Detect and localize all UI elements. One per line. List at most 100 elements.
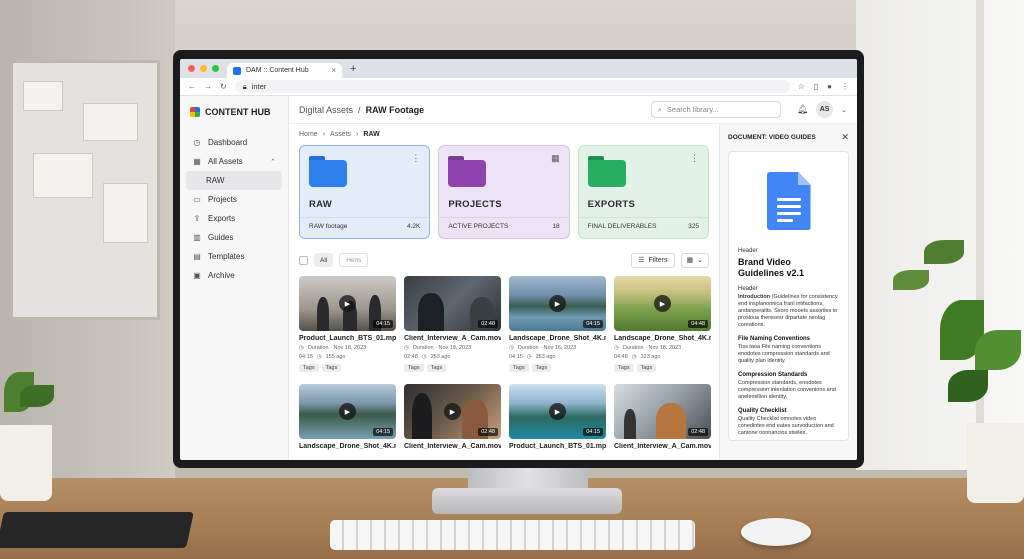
asset-name[interactable]: Client_Interview_A_Cam.mov	[404, 443, 501, 450]
grid-view-icon[interactable]: ▦	[551, 153, 560, 164]
play-icon[interactable]: ▶	[339, 295, 356, 312]
play-icon[interactable]: ▶	[444, 403, 461, 420]
sidebar-item-archive[interactable]: ▣ Archive	[186, 266, 282, 285]
window	[856, 0, 1024, 470]
url-field[interactable]: 🔒︎ inter	[234, 80, 790, 93]
clock-icon: ◷	[614, 345, 619, 351]
asset-card[interactable]: 02:48 Client_Interview_A_Cam.mov	[614, 384, 711, 450]
archive-icon: ▣	[193, 271, 201, 280]
monitor: DAM :: Content Hub × + ← → ↻ 🔒︎ inter ☆ …	[173, 50, 864, 468]
asset-name[interactable]: Product_Launch_BTS_01.mp4	[509, 443, 606, 450]
tag[interactable]: Tags	[636, 364, 657, 372]
asset-name[interactable]: Landscape_Drone_Shot_4K.mp4	[614, 335, 711, 342]
view-toggle-button[interactable]: ▦ ⌄	[680, 252, 709, 268]
asset-name[interactable]: Landscape_Drone_Shot_4K.mp4	[299, 443, 396, 450]
filter-chip-all[interactable]: All	[314, 253, 334, 267]
app: CONTENT HUB ◷ Dashboard ▦ All Assets ⌃ R…	[180, 96, 857, 460]
plant-pot-left	[0, 425, 52, 501]
avatar[interactable]: AS	[816, 101, 834, 118]
tag[interactable]: Tags	[509, 364, 529, 372]
video-thumbnail[interactable]: 02:48	[404, 276, 501, 331]
asset-name[interactable]: Product_Launch_BTS_01.mp4	[299, 335, 396, 342]
book-icon: ▥	[193, 233, 201, 242]
tag[interactable]: Tags	[404, 364, 424, 372]
bell-icon[interactable]: 🔔︎	[797, 104, 808, 115]
new-tab-button[interactable]: +	[342, 63, 364, 78]
google-doc-icon	[766, 172, 811, 230]
folder-card-exports[interactable]: ⋮ EXPORTS FINAL DELIVERABLES 325	[577, 145, 709, 239]
video-thumbnail[interactable]: ▶ 02:48	[404, 384, 501, 439]
reload-icon[interactable]: ↻	[220, 82, 227, 91]
asset-card[interactable]: ▶ 02:48 Client_Interview_A_Cam.mov	[404, 384, 501, 450]
clock-icon: ◷	[509, 345, 514, 351]
folder-card-raw[interactable]: ⋮ RAW RAW footage 4.2K	[299, 145, 431, 239]
more-menu-icon[interactable]: ⋮	[411, 153, 420, 164]
grid-view-icon: ▦	[686, 257, 694, 264]
video-thumbnail[interactable]: ▶ 04:48	[614, 276, 711, 331]
breadcrumb-home[interactable]: Home	[299, 131, 318, 138]
folder-icon	[448, 156, 487, 187]
sidebar-item-dashboard[interactable]: ◷ Dashboard	[186, 133, 282, 152]
tab-close-icon[interactable]: ×	[331, 66, 336, 75]
back-icon[interactable]: ←	[188, 82, 196, 91]
video-thumbnail[interactable]: ▶ 04:15	[299, 384, 396, 439]
more-menu-icon[interactable]: ⋮	[690, 153, 699, 164]
asset-name[interactable]: Client_Interview_A_Cam.mov	[614, 443, 711, 450]
asset-card[interactable]: ▶ 04:15 Product_Launch_BTS_01.mp4	[509, 384, 606, 450]
search-input[interactable]: ⌕ Search library...	[650, 101, 781, 118]
chevron-up-icon[interactable]: ⌃	[270, 158, 276, 166]
breadcrumb: Home › Assets › RAW	[299, 131, 380, 138]
forward-icon[interactable]: →	[204, 82, 212, 91]
breadcrumb-assets[interactable]: Assets	[330, 131, 351, 138]
play-icon[interactable]: ▶	[549, 403, 566, 420]
favicon-icon	[233, 66, 241, 75]
bookmark-star-icon[interactable]: ☆	[798, 82, 805, 91]
play-icon[interactable]: ▶	[654, 295, 671, 312]
asset-card[interactable]: ▶ 04:15 Landscape_Drone_Shot_4K.mp4	[299, 384, 396, 450]
maximize-window-icon[interactable]	[212, 65, 219, 72]
profile-icon[interactable]: ●	[827, 82, 832, 91]
play-icon[interactable]: ▶	[339, 403, 356, 420]
tag[interactable]: Tags	[426, 364, 447, 372]
select-all-checkbox[interactable]	[299, 255, 308, 265]
sidebar-item-raw[interactable]: RAW	[186, 171, 282, 190]
filter-chip-items[interactable]: Hens	[339, 253, 369, 267]
asset-name[interactable]: Client_Interview_A_Cam.mov	[404, 335, 501, 342]
tag[interactable]: Tags	[299, 364, 319, 372]
filters-button[interactable]: ☰ Filters	[631, 252, 675, 268]
browser-tab[interactable]: DAM :: Content Hub ×	[227, 63, 342, 78]
asset-card[interactable]: 02:48 Client_Interview_A_Cam.mov ◷ Durati…	[404, 276, 501, 372]
sidepanel-icon[interactable]: ▯	[814, 82, 818, 91]
video-thumbnail[interactable]: ▶ 04:15	[509, 276, 606, 331]
sidebar-item-templates[interactable]: ▤ Templates	[186, 247, 282, 266]
url-text: inter	[251, 82, 267, 91]
folder-cards: ⋮ RAW RAW footage 4.2K ▦ PROJECTS ACTIVE…	[299, 145, 709, 239]
sidebar-item-exports[interactable]: ⇪ Exports	[186, 209, 282, 228]
sidebar-item-all-assets[interactable]: ▦ All Assets ⌃	[186, 152, 282, 171]
folder-card-projects[interactable]: ▦ PROJECTS ACTIVE PROJECTS 18	[438, 145, 570, 239]
video-thumbnail[interactable]: 02:48	[614, 384, 711, 439]
video-thumbnail[interactable]: ▶ 04:15	[299, 276, 396, 331]
template-icon: ▤	[193, 252, 201, 261]
tag[interactable]: Tags	[531, 364, 552, 372]
tag[interactable]: Tags	[321, 364, 342, 372]
close-window-icon[interactable]	[188, 65, 195, 72]
document-preview[interactable]: Header Brand Video Guidelines v2.1 Heade…	[728, 151, 849, 441]
asset-card[interactable]: ▶ 04:15 Product_Launch_BTS_01.mp4 ◷ Durat…	[299, 276, 396, 372]
document-title: Brand Video Guidelines v2.1	[738, 257, 805, 278]
video-thumbnail[interactable]: ▶ 04:15	[509, 384, 606, 439]
clock-icon: ◷	[316, 354, 322, 360]
sidebar-item-guides[interactable]: ▥ Guides	[186, 228, 282, 247]
sidebar-item-projects[interactable]: ▭ Projects	[186, 190, 282, 209]
asset-card[interactable]: ▶ 04:15 Landscape_Drone_Shot_4K.mp4 ◷Dur…	[509, 276, 606, 372]
brand[interactable]: CONTENT HUB	[186, 105, 282, 119]
browser-menu-icon[interactable]: ⋮	[841, 82, 849, 91]
chevron-down-icon[interactable]: ⌄	[841, 106, 847, 114]
tag[interactable]: Tags	[614, 364, 634, 372]
asset-grid: ▶ 04:15 Product_Launch_BTS_01.mp4 ◷ Durat…	[299, 276, 711, 450]
close-icon[interactable]: ✕	[841, 132, 849, 143]
asset-name[interactable]: Landscape_Drone_Shot_4K.mp4	[509, 335, 606, 342]
play-icon[interactable]: ▶	[549, 295, 566, 312]
minimize-window-icon[interactable]	[200, 65, 207, 72]
asset-card[interactable]: ▶ 04:48 Landscape_Drone_Shot_4K.mp4 ◷Dur…	[614, 276, 711, 372]
